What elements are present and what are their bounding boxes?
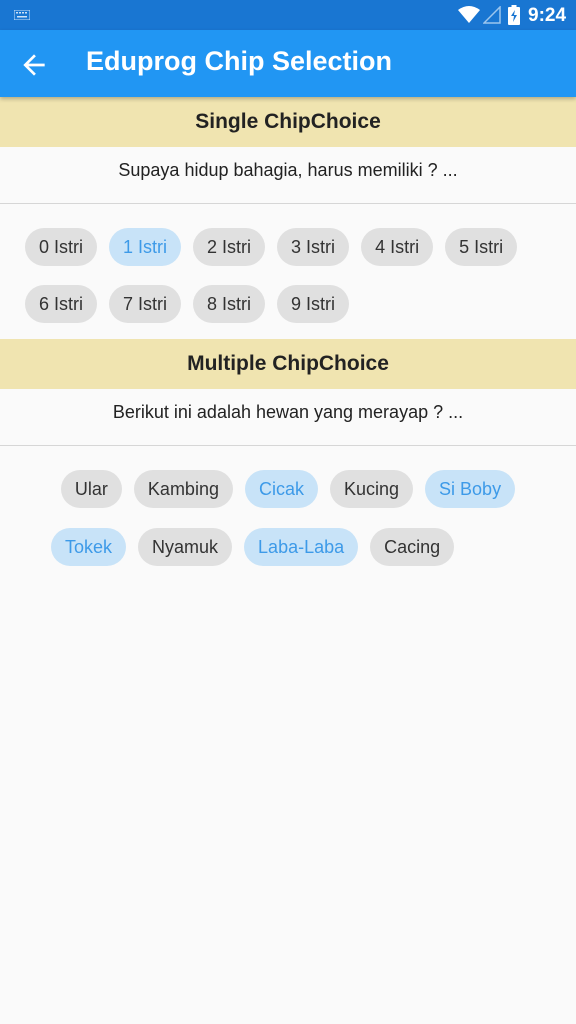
chip-nyamuk[interactable]: Nyamuk bbox=[138, 528, 233, 566]
chip-1-istri[interactable]: 1 Istri bbox=[109, 228, 182, 266]
chip-6-istri[interactable]: 6 Istri bbox=[25, 285, 98, 323]
status-bar: 9:24 bbox=[0, 0, 576, 30]
chip-2-istri[interactable]: 2 Istri bbox=[193, 228, 266, 266]
divider bbox=[0, 445, 576, 446]
chip-cacing[interactable]: Cacing bbox=[370, 528, 455, 566]
page-title: Eduprog Chip Selection bbox=[86, 46, 393, 76]
chip-ular[interactable]: Ular bbox=[60, 470, 122, 508]
multiple-choice-question: Berikut ini adalah hewan yang merayap ? … bbox=[112, 402, 464, 422]
signal-icon bbox=[483, 6, 501, 24]
status-time: 9:24 bbox=[528, 5, 567, 26]
single-chip-row: 6 Istri 7 Istri 8 Istri 9 Istri bbox=[0, 285, 576, 323]
app-bar: Eduprog Chip Selection bbox=[0, 30, 576, 97]
multiple-choice-header: Multiple ChipChoice bbox=[0, 339, 576, 389]
chip-cicak[interactable]: Cicak bbox=[244, 470, 318, 508]
chip-5-istri[interactable]: 5 Istri bbox=[445, 228, 518, 266]
single-chip-row: 0 Istri 1 Istri 2 Istri 3 Istri 4 Istri … bbox=[0, 228, 576, 266]
chip-0-istri[interactable]: 0 Istri bbox=[25, 228, 98, 266]
chip-3-istri[interactable]: 3 Istri bbox=[277, 228, 350, 266]
chip-kucing[interactable]: Kucing bbox=[329, 470, 414, 508]
arrow-back-icon[interactable] bbox=[18, 49, 50, 81]
divider bbox=[0, 203, 576, 204]
chip-tokek[interactable]: Tokek bbox=[51, 528, 127, 566]
chip-laba-laba[interactable]: Laba-Laba bbox=[244, 528, 359, 566]
multiple-chip-row: Tokek Nyamuk Laba-Laba Cacing bbox=[0, 528, 576, 566]
chip-8-istri[interactable]: 8 Istri bbox=[193, 285, 266, 323]
chip-kambing[interactable]: Kambing bbox=[133, 470, 233, 508]
keyboard-icon bbox=[14, 10, 30, 20]
single-choice-header: Single ChipChoice bbox=[0, 97, 576, 147]
multiple-chip-row: Ular Kambing Cicak Kucing Si Boby bbox=[0, 470, 576, 508]
single-choice-question: Supaya hidup bahagia, harus memiliki ? .… bbox=[118, 160, 458, 180]
chip-7-istri[interactable]: 7 Istri bbox=[109, 285, 182, 323]
chip-9-istri[interactable]: 9 Istri bbox=[277, 285, 350, 323]
wifi-icon bbox=[458, 6, 480, 23]
battery-icon bbox=[508, 5, 520, 25]
chip-4-istri[interactable]: 4 Istri bbox=[361, 228, 434, 266]
chip-si-boby[interactable]: Si Boby bbox=[425, 470, 516, 508]
